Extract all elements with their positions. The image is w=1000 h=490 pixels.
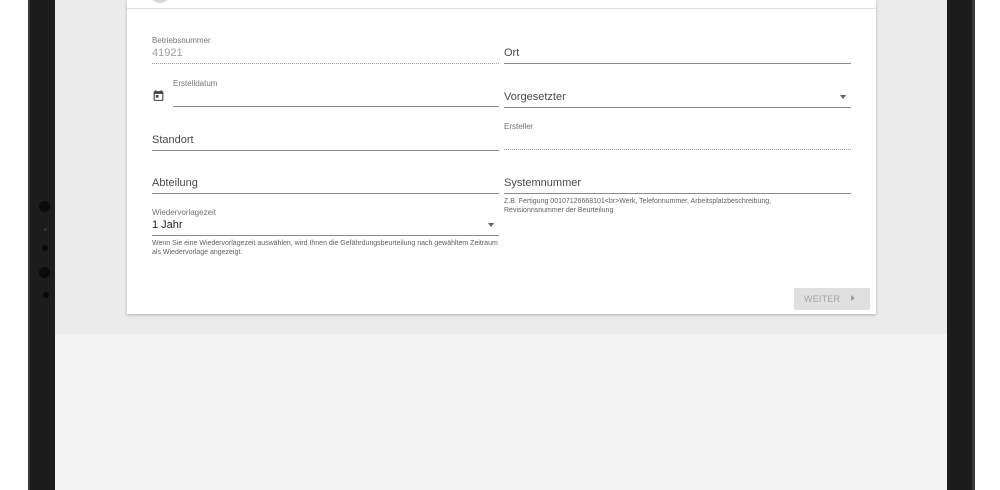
chevron-right-icon — [851, 295, 855, 301]
device-sensor — [44, 228, 47, 231]
erstelldatum-label: Erstelldatum — [173, 79, 218, 88]
erstelldatum-underline — [173, 106, 499, 107]
device-sensor — [43, 292, 49, 298]
wiedervorlagezeit-value: 1 Jahr — [152, 219, 183, 231]
standort-placeholder: Standort — [152, 134, 194, 146]
caret-down-icon — [488, 223, 494, 227]
form-card: Betriebsnummer 41921 Ort Erstelldatum Vo… — [127, 0, 876, 314]
device-bezel-right — [947, 0, 973, 490]
abteilung-field[interactable]: Abteilung — [152, 166, 499, 196]
device-camera — [39, 267, 50, 278]
standort-underline — [152, 150, 499, 151]
betriebsnummer-value: 41921 — [152, 47, 183, 59]
next-button-label: WEITER — [804, 294, 841, 304]
standort-field[interactable]: Standort — [152, 122, 499, 152]
device-sensor — [39, 201, 50, 212]
wiedervorlagezeit-select[interactable]: Wiedervorlagezeit 1 Jahr Wenn Sie eine W… — [152, 208, 499, 264]
systemnummer-placeholder: Systemnummer — [504, 177, 582, 189]
betriebsnummer-underline — [152, 63, 499, 64]
app-screen: Betriebsnummer 41921 Ort Erstelldatum Vo… — [55, 0, 947, 490]
vorgesetzter-underline — [504, 107, 851, 108]
betriebsnummer-field: Betriebsnummer 41921 — [152, 36, 499, 66]
avatar — [149, 0, 171, 3]
abteilung-placeholder: Abteilung — [152, 177, 198, 189]
systemnummer-hint: Z.B. Fertigung 00107126668101<br>Werk, T… — [504, 198, 772, 214]
systemnummer-underline — [504, 193, 851, 194]
ort-placeholder: Ort — [504, 47, 520, 59]
systemnummer-field[interactable]: Systemnummer Z.B. Fertigung 001071266681… — [504, 166, 851, 222]
abteilung-underline — [152, 193, 499, 194]
wiedervorlagezeit-hint: Wenn Sie eine Wiedervorlagezeit auswähle… — [152, 240, 498, 256]
ort-field[interactable]: Ort — [504, 36, 851, 66]
next-button[interactable]: WEITER — [794, 288, 870, 310]
wiedervorlagezeit-underline — [152, 235, 499, 236]
caret-down-icon — [840, 95, 846, 99]
wiedervorlagezeit-label: Wiedervorlagezeit — [152, 208, 217, 217]
device-bezel-left — [30, 0, 55, 490]
calendar-icon[interactable] — [152, 89, 165, 102]
device-sensor — [42, 245, 48, 251]
ort-underline — [504, 63, 851, 64]
ersteller-label: Ersteller — [504, 122, 534, 131]
card-header — [127, 0, 876, 9]
vorgesetzter-placeholder: Vorgesetzter — [504, 91, 566, 103]
vorgesetzter-select[interactable]: Vorgesetzter — [504, 78, 851, 110]
ersteller-underline — [504, 149, 851, 150]
ersteller-field: Ersteller — [504, 122, 851, 152]
device-bezel-edge-right — [972, 0, 975, 490]
erstelldatum-field[interactable]: Erstelldatum — [152, 78, 499, 110]
betriebsnummer-label: Betriebsnummer — [152, 36, 211, 45]
